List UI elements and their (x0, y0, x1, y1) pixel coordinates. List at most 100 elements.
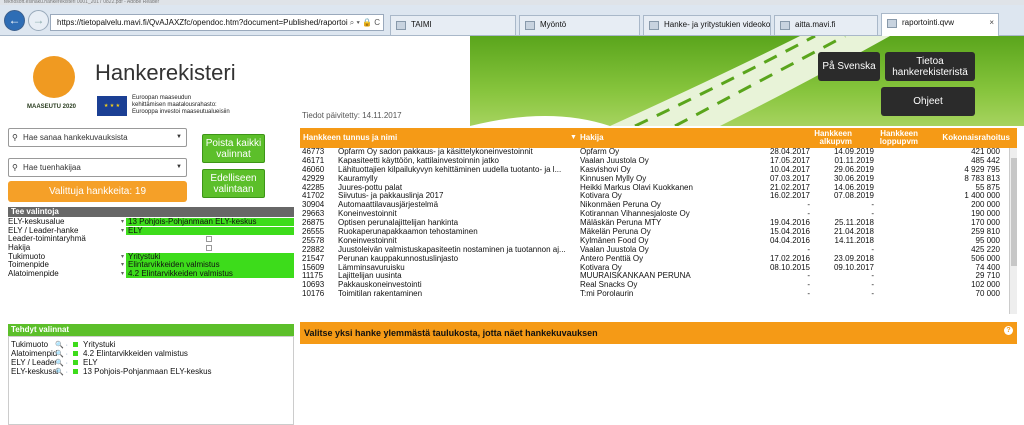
project-name-cell: Kapasiteetti käyttöön, kattilainvestoinn… (338, 156, 499, 165)
address-bar[interactable]: https://tietopalvelu.mavi.fi/QvAJAXZfc/o… (50, 14, 384, 31)
funding-cell: 1 400 000 (964, 192, 1000, 201)
project-name-cell: Lähituottajien kilpailukyvyn kehittämine… (338, 165, 562, 174)
checkbox[interactable] (206, 245, 212, 252)
column-header-name[interactable]: Hankkeen tunnus ja nimi (303, 128, 573, 148)
current-selections-header: Tehdyt valinnat (8, 324, 294, 336)
selection-row[interactable]: ELY / Leader 🔍 · ELY (9, 358, 293, 367)
start-date-cell: 21.02.2017 (769, 183, 810, 192)
table-row[interactable]: 46773 Opfarm Oy sadon pakkaus- ja käsitte… (300, 148, 1017, 157)
filter-row-leader-toimintaryhma[interactable]: Leader-toimintaryhmä (8, 235, 294, 244)
table-row[interactable]: 26555 Ruokaperunapakkaamon tehostaminen Mä… (300, 228, 1017, 237)
column-header-sum[interactable]: Kokonaisrahoitus (910, 128, 1010, 148)
filters-header: Tee valintoja (8, 207, 294, 217)
eu-flag-icon: ★ ★ ★ (97, 96, 127, 116)
selection-dot (73, 360, 78, 365)
table-row[interactable]: 26875 Optisen perunalajittelijan hankinta… (300, 219, 1017, 228)
previous-selection-button[interactable]: Edelliseen valintaan (202, 169, 265, 198)
start-date-cell: 17.02.2016 (769, 254, 810, 263)
app-area: MAASEUTU 2020 Hankerekisteri ★ ★ ★ Euroo… (0, 36, 1024, 425)
table-row[interactable]: 25578 Koneinvestoinnit Kylmänen Food Oy 04.… (300, 237, 1017, 246)
column-header-end[interactable]: Hankkeen loppupvm (858, 128, 918, 148)
selection-key: Alatoimenpid (11, 349, 58, 358)
column-header-applicant[interactable]: Hakija (580, 128, 750, 148)
funding-cell: 190 000 (971, 210, 1000, 219)
table-row[interactable]: 46060 Lähituottajien kilpailukyvyn kehitt… (300, 166, 1017, 175)
selection-row[interactable]: Alatoimenpid 🔍 · 4.2 Elintarvikkeiden va… (9, 349, 293, 358)
project-id-cell: 11175 (302, 272, 324, 281)
help-icon[interactable]: ? (1004, 326, 1013, 335)
funding-cell: 200 000 (971, 201, 1000, 210)
filter-value[interactable]: 4.2 Elintarvikkeiden valmistus (126, 270, 294, 279)
page-icon (887, 19, 897, 28)
forward-arrow-icon[interactable]: → (28, 10, 49, 31)
tab-taimi[interactable]: TAIMI (390, 15, 516, 35)
filter-value[interactable]: Yritystuki (126, 252, 294, 261)
table-row[interactable]: 42929 Kauramylly Kinnusen Mylly Oy 07.03.20… (300, 175, 1017, 184)
chevron-down-icon[interactable]: ▼ (176, 159, 182, 176)
table-row[interactable]: 11175 Lajittelijan uusinta MUURAISKANKAAN … (300, 272, 1017, 281)
project-name-cell: Siivutus- ja pakkauslinja 2017 (338, 192, 444, 201)
sort-icon[interactable]: ▼ (570, 128, 580, 148)
back-arrow-icon[interactable]: ← (4, 10, 25, 31)
start-date-cell: - (807, 245, 810, 254)
tab-raportointi[interactable]: raportointi.qvw × (881, 13, 999, 36)
table-scrollbar[interactable] (1009, 148, 1017, 314)
filter-value[interactable] (126, 235, 294, 243)
clear-selections-button[interactable]: Poista kaikki valinnat (202, 134, 265, 163)
project-name-cell: Opfarm Oy sadon pakkaus- ja käsittelykon… (338, 148, 533, 156)
filter-label: Alatoimenpide (8, 269, 59, 279)
table-row[interactable]: 42285 Juures-pottu palat Heikki Markus Ola… (300, 184, 1017, 193)
address-bar-icons[interactable]: ⌕ ▾ 🔒 C (350, 15, 380, 30)
selection-key: ELY / Leader (11, 358, 57, 367)
current-selections-box: Tukimuoto 🔍 · Yritystuki Alatoimenpid 🔍 … (8, 336, 294, 425)
filter-row-tukimuoto[interactable]: Tukimuoto ▾ Yritystuki (8, 252, 294, 262)
table-row[interactable]: 21547 Perunan kauppakunnostuslinjasto Ante… (300, 255, 1017, 264)
funding-cell: 55 875 (975, 183, 1000, 192)
funding-cell: 102 000 (971, 281, 1000, 290)
checkbox[interactable] (206, 236, 212, 243)
funding-cell: 485 442 (971, 156, 1000, 165)
search-projects-input[interactable]: ⚲ Hae sanaa hankekuvauksista ▼ (8, 128, 187, 147)
help-button[interactable]: Ohjeet (881, 87, 975, 116)
close-tab-icon[interactable]: × (989, 14, 994, 32)
tab-aitta[interactable]: aitta.mavi.fi (774, 15, 878, 35)
filter-value[interactable]: Elintarvikkeiden valmistus (126, 261, 294, 270)
end-date-cell: - (871, 281, 874, 290)
search-applicant-input[interactable]: ⚲ Hae tuenhakijaa ▼ (8, 158, 187, 177)
filter-row-hakija[interactable]: Hakija (8, 243, 294, 253)
start-date-cell: 15.04.2016 (769, 228, 810, 237)
tab-hanke-videoko[interactable]: Hanke- ja yritystukien videoko... (643, 15, 771, 35)
filter-value[interactable] (126, 244, 294, 252)
column-header-start[interactable]: Hankkeen alkupvm (794, 128, 852, 148)
tab-myonto[interactable]: Myöntö (519, 15, 640, 35)
search-placeholder: Hae tuenhakijaa (23, 163, 81, 172)
search-icon: ⚲ (12, 163, 18, 172)
table-row[interactable]: 22882 Juustoleivän valmistuskapasiteetin … (300, 246, 1017, 255)
table-row[interactable]: 15609 Lämminsavuruisku Kotivara Oy 08.10.20… (300, 264, 1017, 273)
table-row[interactable]: 46171 Kapasiteetti käyttöön, kattilainves… (300, 157, 1017, 166)
svenska-button[interactable]: På Svenska (818, 52, 880, 81)
filter-marker-icon: ▾ (121, 262, 125, 269)
filter-value[interactable]: 13 Pohjois-Pohjanmaan ELY-keskus (126, 218, 294, 227)
table-row[interactable]: 10693 Pakkauskoneinvestointi Real Snacks O… (300, 281, 1017, 290)
funding-cell: 29 710 (975, 272, 1000, 281)
table-row[interactable]: 30904 Automaattilavausjärjestelmä Nikonmäe… (300, 201, 1017, 210)
chevron-down-icon[interactable]: ▼ (176, 129, 182, 146)
table-row[interactable]: 29663 Koneinvestoinnit Kotirannan Vihannes… (300, 210, 1017, 219)
info-button[interactable]: Tietoa hankerekisteristä (885, 52, 975, 81)
tab-label: TAIMI (411, 20, 432, 29)
table-row[interactable]: 10176 Toimitilan rakentaminen T:mi Porolau… (300, 290, 1017, 299)
project-name-cell: Automaattilavausjärjestelmä (338, 201, 439, 210)
table-row[interactable]: 41702 Siivutus- ja pakkauslinja 2017 Kotiv… (300, 192, 1017, 201)
eu-text-line: Eurooppa investoi maaseutualueisiin (132, 109, 230, 115)
funding-cell: 170 000 (971, 219, 1000, 228)
selection-dot (73, 351, 78, 356)
selection-row[interactable]: ELY-keskusal 🔍 · 13 Pohjois-Pohjanmaan E… (9, 367, 293, 376)
tab-label: Myöntö (540, 20, 567, 29)
filter-value[interactable]: ELY (126, 226, 294, 235)
filter-row-alatoimenpide[interactable]: Alatoimenpide ▾ 4.2 Elintarvikkeiden val… (8, 269, 294, 279)
selection-search-icon[interactable]: 🔍 · (55, 368, 68, 377)
funding-cell: 425 220 (971, 245, 1000, 254)
scrollbar-thumb[interactable] (1011, 158, 1017, 266)
selection-row[interactable]: Tukimuoto 🔍 · Yritystuki (9, 340, 293, 349)
